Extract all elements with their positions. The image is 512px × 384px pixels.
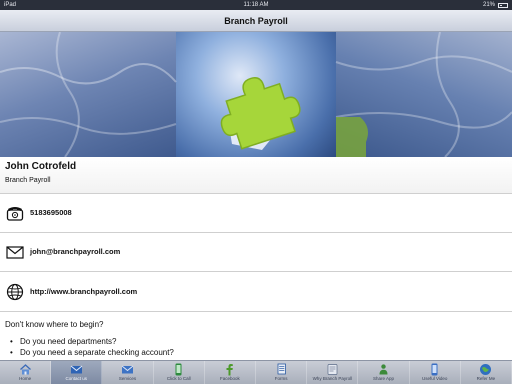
share-app-icon <box>379 364 388 375</box>
battery-percent: 21% <box>482 2 495 8</box>
info-list: Do you need departments? Do you need a s… <box>10 336 174 358</box>
phone-icon <box>6 207 24 221</box>
contact-header: John Cotrofeld Branch Payroll <box>0 157 512 194</box>
info-title: Don't know where to begin? <box>5 320 104 329</box>
email-address: john@branchpayroll.com <box>30 247 121 256</box>
status-time: 11:18 AM <box>243 2 269 8</box>
banner-image <box>0 32 512 157</box>
email-row[interactable]: john@branchpayroll.com <box>0 233 512 272</box>
website-row[interactable]: http://www.branchpayroll.com <box>0 273 512 312</box>
tab-why-branch-payroll[interactable]: Why Branch Payroll <box>307 361 359 384</box>
puzzle-pieces-image <box>0 32 512 157</box>
home-icon <box>19 364 31 375</box>
tab-refer-me[interactable]: Refer Me <box>461 361 512 384</box>
tab-forms[interactable]: Forms <box>256 361 308 384</box>
contact-name: John Cotrofeld <box>5 161 77 172</box>
tab-bar: Home Contact us Services Click to Call F… <box>0 360 512 384</box>
battery-icon <box>498 2 508 8</box>
why-icon <box>327 364 338 375</box>
phone-row[interactable]: 5183695008 <box>0 194 512 233</box>
tab-useful-video[interactable]: Useful Video <box>410 361 461 384</box>
page-title: Branch Payroll <box>224 16 288 26</box>
tab-contact-us[interactable]: Contact us <box>51 361 103 384</box>
info-section: Don't know where to begin? Do you need d… <box>0 314 512 360</box>
list-item: Do you need a separate checking account? <box>10 347 174 358</box>
tab-services[interactable]: Services <box>102 361 154 384</box>
forms-icon <box>277 363 286 375</box>
tab-click-to-call[interactable]: Click to Call <box>154 361 205 384</box>
battery-status: 21% <box>483 0 508 10</box>
refer-me-icon <box>480 364 492 375</box>
tab-facebook[interactable]: Facebook <box>205 361 257 384</box>
envelope-icon <box>6 246 24 259</box>
nav-bar: Branch Payroll <box>0 10 512 32</box>
website-url: http://www.branchpayroll.com <box>30 287 138 296</box>
phone-number: 5183695008 <box>30 208 72 217</box>
globe-icon <box>6 283 24 301</box>
phone-call-icon <box>175 363 182 376</box>
tab-share-app[interactable]: Share App <box>358 361 410 384</box>
list-item: Do you need departments? <box>10 336 174 347</box>
status-bar: iPad 11:18 AM 21% <box>0 0 512 10</box>
services-envelope-icon <box>121 365 134 374</box>
facebook-icon <box>226 364 234 376</box>
video-icon <box>431 363 438 376</box>
tab-home[interactable]: Home <box>0 361 52 384</box>
contact-envelope-icon <box>70 365 83 374</box>
contact-company: Branch Payroll <box>5 177 51 184</box>
